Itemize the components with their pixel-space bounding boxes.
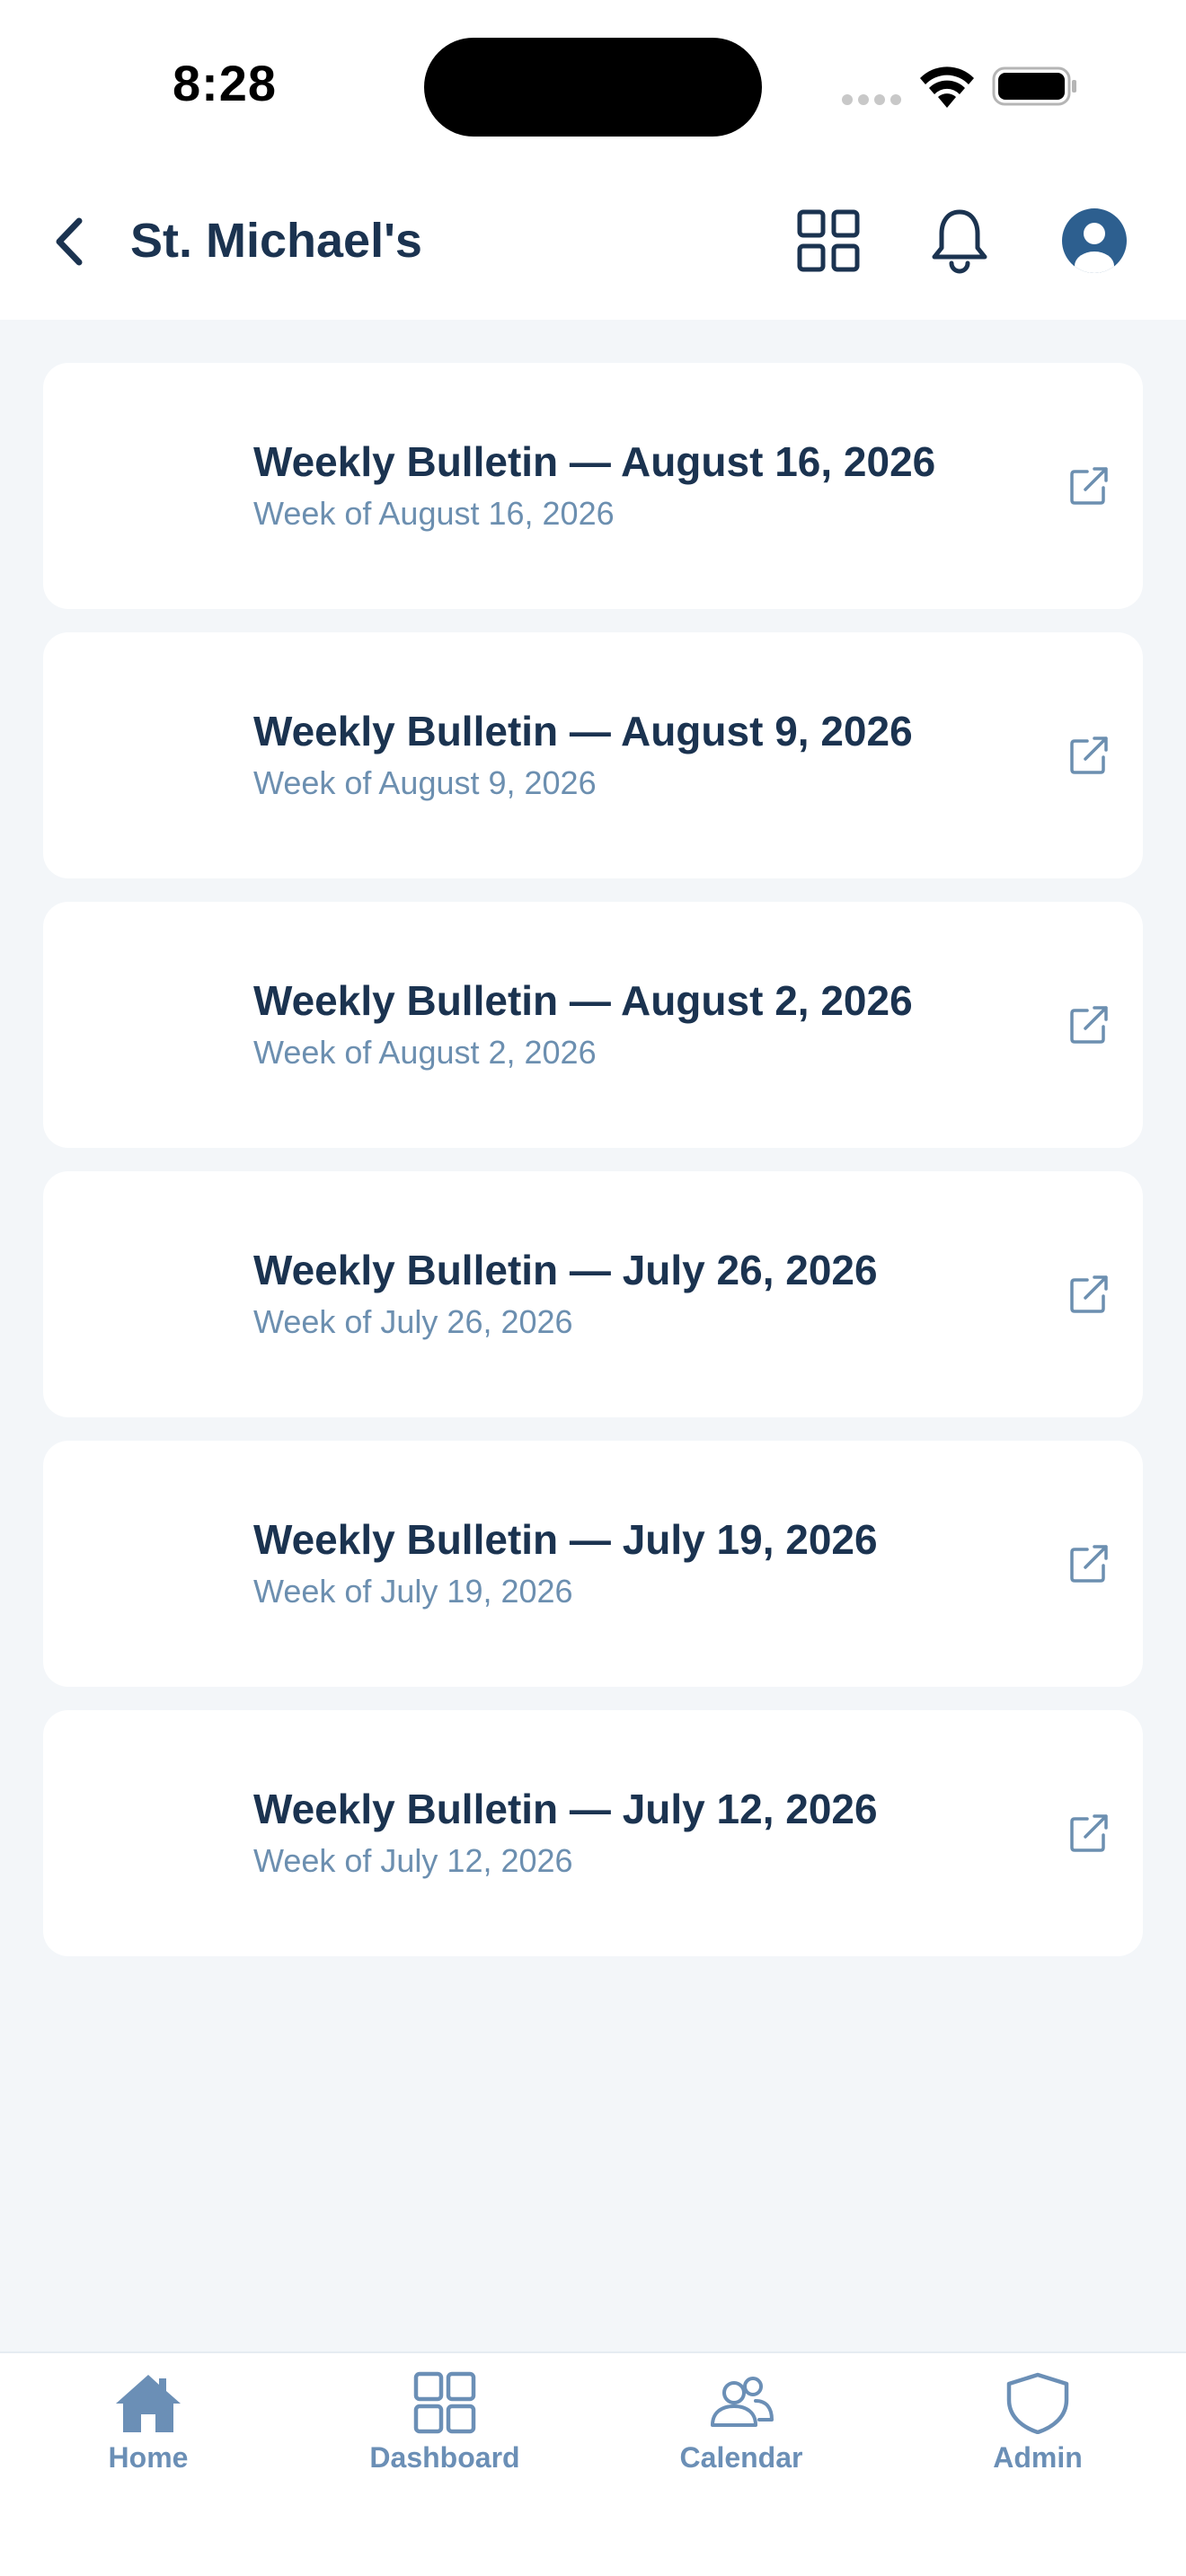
wifi-icon <box>920 66 974 108</box>
bulletin-subtitle: Week of August 2, 2026 <box>253 1034 597 1071</box>
external-link-icon[interactable] <box>1067 1812 1111 1855</box>
bulletin-card[interactable]: Weekly Bulletin — August 2, 2026 Week of… <box>43 902 1143 1148</box>
bulletin-title: Weekly Bulletin — July 26, 2026 <box>253 1247 878 1293</box>
home-icon <box>116 2375 181 2432</box>
notification-bell-icon[interactable] <box>931 207 988 275</box>
bulletin-list: Weekly Bulletin — August 16, 2026 Week o… <box>0 320 1186 2351</box>
external-link-icon[interactable] <box>1067 1003 1111 1046</box>
tab-dashboard[interactable]: Dashboard <box>296 2371 593 2506</box>
bulletin-subtitle: Week of July 12, 2026 <box>253 1842 573 1879</box>
people-icon <box>711 2377 774 2427</box>
cellular-signal-icon <box>842 94 901 105</box>
bulletin-card[interactable]: Weekly Bulletin — August 9, 2026 Week of… <box>43 632 1143 878</box>
bulletin-title: Weekly Bulletin — August 2, 2026 <box>253 977 913 1024</box>
tab-home-label: Home <box>108 2441 189 2474</box>
tab-home[interactable]: Home <box>0 2371 296 2506</box>
status-bar: 8:28 <box>0 0 1186 162</box>
bulletin-subtitle: Week of August 16, 2026 <box>253 495 615 532</box>
bulletin-card[interactable]: Weekly Bulletin — July 12, 2026 Week of … <box>43 1710 1143 1956</box>
tab-dashboard-label: Dashboard <box>369 2441 520 2474</box>
tab-admin[interactable]: Admin <box>890 2371 1186 2506</box>
app-header: St. Michael's <box>0 162 1186 320</box>
external-link-icon[interactable] <box>1067 464 1111 507</box>
tab-admin-label: Admin <box>993 2441 1083 2474</box>
dashboard-icon <box>413 2371 476 2434</box>
grid-icon[interactable] <box>796 208 861 273</box>
bulletin-subtitle: Week of August 9, 2026 <box>253 764 597 801</box>
back-chevron-icon[interactable] <box>45 210 95 273</box>
tab-calendar-label: Calendar <box>679 2441 803 2474</box>
bulletin-title: Weekly Bulletin — August 16, 2026 <box>253 438 936 485</box>
bulletin-subtitle: Week of July 26, 2026 <box>253 1303 573 1340</box>
bulletin-card[interactable]: Weekly Bulletin — July 26, 2026 Week of … <box>43 1171 1143 1417</box>
external-link-icon[interactable] <box>1067 1273 1111 1316</box>
status-time: 8:28 <box>172 55 278 111</box>
bottom-tab-bar: Home Dashboard Calendar Admin <box>0 2351 1186 2576</box>
battery-icon <box>992 66 1076 106</box>
bulletin-card[interactable]: Weekly Bulletin — August 16, 2026 Week o… <box>43 363 1143 609</box>
profile-avatar-icon[interactable] <box>1060 207 1128 275</box>
page-title: St. Michael's <box>130 214 422 268</box>
bulletin-title: Weekly Bulletin — July 19, 2026 <box>253 1516 878 1563</box>
bulletin-title: Weekly Bulletin — July 12, 2026 <box>253 1786 878 1832</box>
bulletin-subtitle: Week of July 19, 2026 <box>253 1573 573 1610</box>
bulletin-card[interactable]: Weekly Bulletin — July 19, 2026 Week of … <box>43 1441 1143 1687</box>
external-link-icon[interactable] <box>1067 1542 1111 1585</box>
bulletin-title: Weekly Bulletin — August 9, 2026 <box>253 708 913 754</box>
tab-calendar[interactable]: Calendar <box>593 2371 890 2506</box>
external-link-icon[interactable] <box>1067 734 1111 777</box>
shield-icon <box>1006 2372 1069 2434</box>
dynamic-island <box>424 38 762 137</box>
